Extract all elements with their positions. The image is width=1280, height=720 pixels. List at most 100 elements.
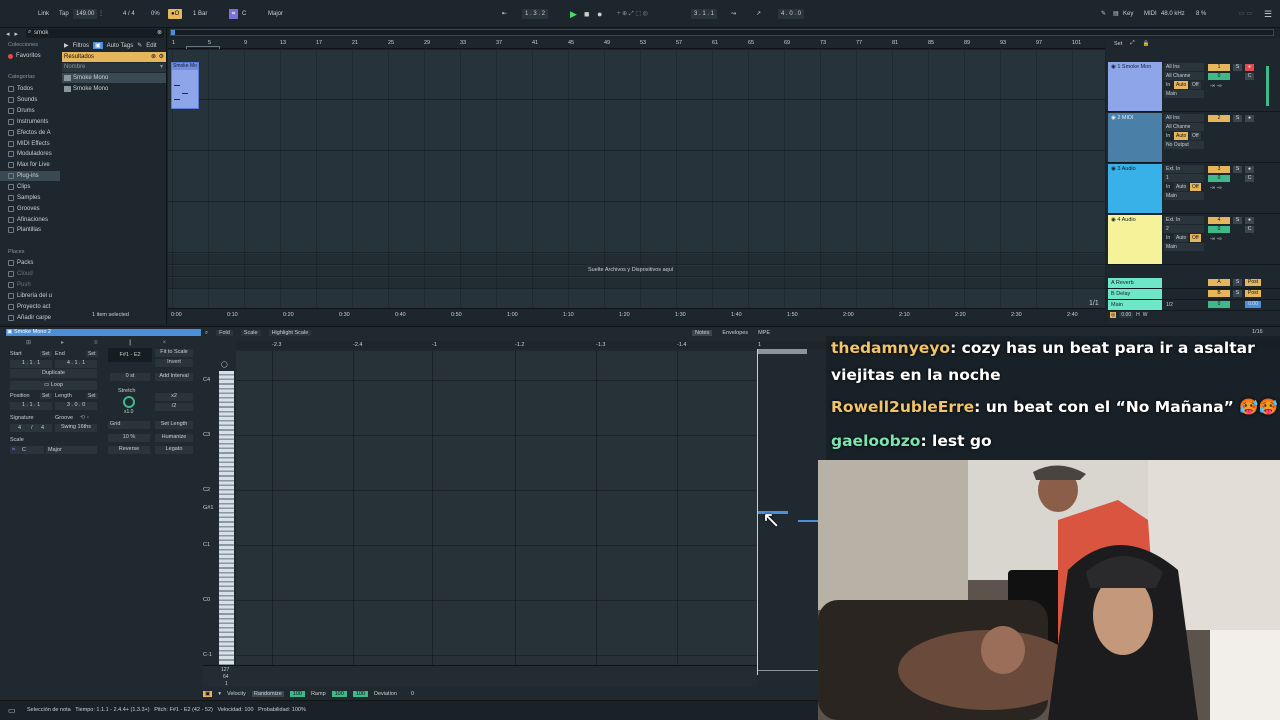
ramp-start-value[interactable]: 100 [331, 690, 347, 697]
punch-icon[interactable]: ↗ [756, 9, 761, 19]
post-button[interactable]: Post [1245, 279, 1261, 286]
scale-button[interactable]: Scale [240, 330, 261, 336]
track-activator[interactable]: B [1208, 290, 1230, 297]
main-track[interactable]: Main 1/2 0 0.00 [1106, 300, 1280, 311]
monitor-in[interactable]: In [1164, 132, 1172, 140]
signature-field[interactable]: 4 / 4 [10, 424, 52, 432]
input-type-select[interactable]: All Ins [1164, 63, 1204, 71]
start-field[interactable]: 1 . 1 . 1 [10, 360, 52, 368]
length-set-button[interactable]: Set [86, 393, 98, 399]
output-select[interactable]: No Output [1164, 141, 1204, 149]
monitor-auto[interactable]: Auto [1174, 132, 1189, 140]
clip-title-bar[interactable]: ▣ Smoke Mono 2 [6, 329, 201, 336]
sidebar-item-templates[interactable]: Plantillas [0, 225, 41, 235]
randomize-value[interactable]: 100 [289, 690, 305, 697]
time-ruler[interactable]: 0:00 0:10 0:20 0:30 0:40 0:50 1:00 1:10 … [168, 308, 1105, 324]
arm-button[interactable]: ● [1245, 64, 1254, 71]
track-activator[interactable]: 2 [1208, 115, 1230, 122]
h-button[interactable]: H [1136, 312, 1140, 318]
humanize-amount[interactable]: 10 % [108, 434, 150, 442]
solo-button[interactable]: S [1233, 115, 1242, 122]
tab-notes[interactable]: Notes [692, 330, 713, 336]
monitor-auto[interactable]: Auto [1174, 234, 1189, 242]
signature-denominator[interactable]: 4 [41, 424, 44, 432]
end-set-button[interactable]: Set [86, 351, 98, 357]
sidebar-item-cloud[interactable]: Cloud [0, 269, 33, 279]
mixer-track-1[interactable]: ◉ 1 Smoke Mon All Ins All Channe In Auto… [1106, 62, 1280, 112]
settings-icon[interactable]: ⚙ [159, 52, 164, 62]
solo-button[interactable]: S [1233, 279, 1242, 286]
deviation-label[interactable]: Deviation [374, 691, 397, 697]
monitor-off[interactable]: Off [1190, 234, 1201, 242]
fold-button[interactable]: Fold [216, 330, 233, 336]
overview-viewport[interactable] [171, 30, 175, 35]
stretch-knob[interactable] [123, 396, 135, 408]
zoom-icon[interactable]: ⌕ [205, 330, 208, 337]
add-interval-button[interactable]: Add Interval [155, 373, 193, 381]
overview-strip[interactable] [170, 29, 1274, 36]
arrangement-view[interactable]: Smoke Mo Suelte Archivos y Dispositivos … [168, 50, 1105, 308]
browser-nav[interactable]: ◂ ▸ [6, 29, 18, 39]
track-name[interactable]: ◉ 2 MIDI [1108, 113, 1162, 162]
solo-button[interactable]: S [1233, 64, 1242, 71]
pan-field[interactable]: C [1245, 226, 1254, 233]
volume-field[interactable]: 0 [1208, 73, 1230, 80]
set-length-button[interactable]: Set Length [155, 421, 193, 429]
solo-button[interactable]: S [1233, 166, 1242, 173]
volume-field[interactable]: 0 [1208, 226, 1230, 233]
loop-toggle-icon[interactable]: ↝ [731, 9, 736, 19]
w-button[interactable]: W [1143, 312, 1148, 318]
length-field[interactable]: 3 . 0 . 0 [55, 402, 97, 410]
sidebar-item-samples[interactable]: Samples [0, 193, 40, 203]
ramp-label[interactable]: Ramp [311, 691, 326, 697]
sidebar-item-grooves[interactable]: Grooves [0, 204, 40, 214]
track-name[interactable]: ◉ 4 Audio [1108, 215, 1162, 264]
reverse-button[interactable]: Reverse [108, 446, 150, 454]
sidebar-item-add-folder[interactable]: Añadir carpe [0, 313, 51, 323]
search-input[interactable]: smok [34, 30, 48, 36]
sidebar-item-midi-effects[interactable]: MIDI Effects [0, 139, 50, 149]
main-db-readout[interactable]: 0.00 [1119, 312, 1134, 318]
monitor-off[interactable]: Off [1190, 81, 1201, 89]
post-button[interactable]: Post [1245, 290, 1261, 297]
monitor-auto[interactable]: Auto [1174, 183, 1189, 191]
track-name[interactable]: A Reverb [1108, 278, 1162, 288]
clip-loop-bar[interactable] [757, 349, 807, 354]
scale-name-select[interactable]: Major [46, 446, 97, 454]
filters-button[interactable]: Filtros [73, 43, 89, 49]
legato-button[interactable]: Legato [155, 446, 193, 454]
fit-to-scale-button[interactable]: Fit to Scale [155, 349, 193, 357]
monitor-in[interactable]: In [1164, 234, 1172, 242]
main-split[interactable]: 1/2 [1164, 301, 1175, 309]
tab-mpe[interactable]: MPE [758, 330, 770, 336]
automation-icons[interactable]: + ⊕ ⤢ ⬚ ◎ [617, 9, 648, 19]
input-channel-select[interactable]: All Channe [1164, 123, 1204, 131]
clip-tab-icon[interactable]: ⊞ [26, 339, 31, 346]
track-activator[interactable]: 1 [1208, 64, 1230, 71]
invert-button[interactable]: Invert [155, 359, 193, 367]
scale-key-select[interactable]: ⌗ C [10, 446, 44, 454]
tempo-field[interactable]: 149.00 [73, 9, 98, 19]
loop-button[interactable]: ▭ Loop [10, 381, 97, 390]
volume-field[interactable]: 0 [1208, 175, 1230, 182]
loop-length-field[interactable]: 4 . 0 . 0 [778, 9, 805, 19]
track-name[interactable]: Main [1108, 300, 1162, 310]
output-select[interactable]: Main [1164, 90, 1204, 98]
track-activator[interactable]: A [1208, 279, 1230, 286]
sidebar-item-max-for-live[interactable]: Max for Live [0, 160, 50, 170]
input-type-select[interactable]: Ext. In [1164, 216, 1204, 224]
name-column-header[interactable]: Nombre ▾ [62, 63, 166, 72]
key-map-icon[interactable]: ▤ [1113, 9, 1119, 19]
play-icon[interactable]: ▶ [570, 9, 577, 19]
position-field[interactable]: 1 . 1 . 1 [10, 402, 52, 410]
set-label[interactable]: Set [1114, 41, 1122, 47]
mpe-tab-icon[interactable]: ❙ [128, 339, 133, 346]
sidebar-item-clips[interactable]: Clips [0, 182, 30, 192]
output-select[interactable]: Main [1164, 192, 1204, 200]
send-values[interactable]: -∞ -∞ [1208, 184, 1254, 192]
input-channel-select[interactable]: 1 [1164, 174, 1204, 182]
input-type-select[interactable]: Ext. In [1164, 165, 1204, 173]
lock-icon[interactable]: 🔒 [1143, 41, 1150, 47]
expand-icon[interactable]: ⤢ [1130, 40, 1134, 47]
end-field[interactable]: 4 . 1 . 1 [55, 360, 97, 368]
